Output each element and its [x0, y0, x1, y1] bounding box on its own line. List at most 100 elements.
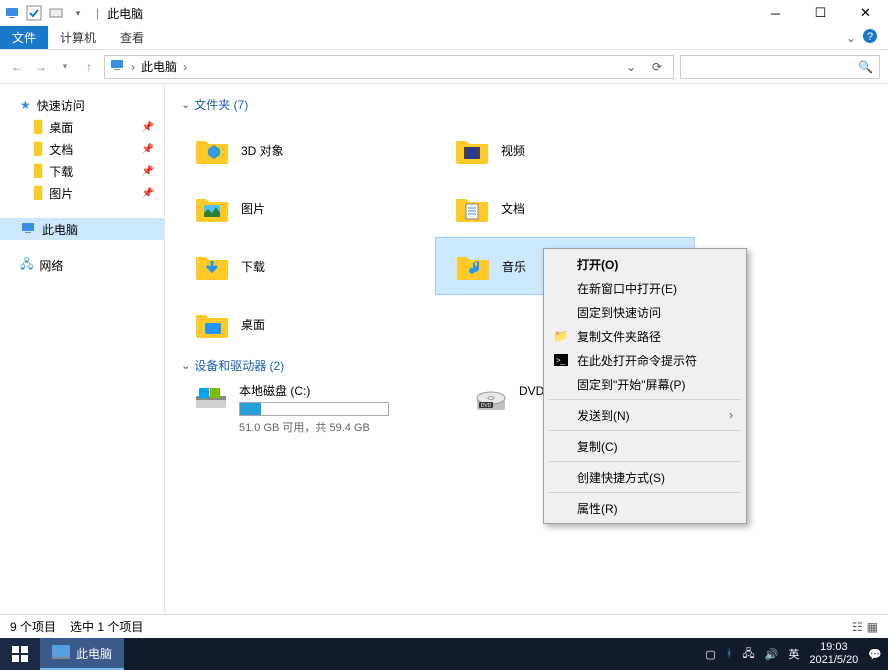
- cmd-icon: >_: [553, 352, 569, 368]
- taskbar-app-label: 此电脑: [76, 645, 112, 662]
- folder-documents[interactable]: 文档: [435, 179, 695, 237]
- cm-pin-start[interactable]: 固定到"开始"屏幕(P): [547, 372, 743, 396]
- sidebar-quick-access[interactable]: ★ 快速访问: [0, 94, 164, 116]
- cm-pin-quick-access[interactable]: 固定到快速访问: [547, 300, 743, 324]
- sidebar-item-label: 桌面: [49, 119, 73, 136]
- section-devices-header[interactable]: 设备和驱动器 (2): [181, 357, 878, 374]
- folder-desktop[interactable]: 桌面: [175, 295, 435, 353]
- tab-view[interactable]: 查看: [108, 26, 156, 49]
- window-controls: ─ ☐ ✕: [753, 0, 888, 26]
- address-bar[interactable]: › 此电脑 › ⌄ ⟳: [104, 55, 674, 79]
- folder-icon: ▉: [34, 186, 43, 200]
- cm-separator: [549, 399, 741, 400]
- folders-grid: 3D 对象 视频 图片 文档 下载 音乐 桌面: [175, 121, 878, 353]
- sidebar-item-downloads[interactable]: ▉下载📌: [0, 160, 164, 182]
- tray-network-icon[interactable]: 🖧: [742, 645, 754, 664]
- sidebar-item-network[interactable]: 🖧网络: [0, 254, 164, 276]
- cm-label: 创建快捷方式(S): [577, 469, 665, 486]
- drive-label: 本地磁盘 (C:): [239, 382, 435, 399]
- statusbar: 9 个项目 选中 1 个项目 ☷ ▦: [0, 614, 888, 638]
- help-icon[interactable]: ?: [862, 28, 878, 47]
- titlebar: ▾ | 此电脑 ─ ☐ ✕: [0, 0, 888, 26]
- crumb-sep: ›: [183, 60, 187, 74]
- taskbar-clock[interactable]: 19:03 2021/5/20: [809, 641, 858, 667]
- folder-label: 视频: [501, 142, 525, 159]
- sidebar-item-label: 文档: [49, 141, 73, 158]
- check-icon[interactable]: [26, 5, 42, 21]
- sidebar-item-label: 此电脑: [42, 221, 78, 238]
- folder-downloads[interactable]: 下载: [175, 237, 435, 295]
- cm-properties[interactable]: 属性(R): [547, 496, 743, 520]
- cm-label: 固定到"开始"屏幕(P): [577, 376, 686, 393]
- dropdown-icon[interactable]: [48, 5, 64, 21]
- cm-label: 复制文件夹路径: [577, 328, 661, 345]
- folder-pictures[interactable]: 图片: [175, 179, 435, 237]
- cm-label: 打开(O): [577, 256, 618, 273]
- up-button[interactable]: ↑: [80, 60, 98, 74]
- status-selected-count: 选中 1 个项目: [70, 618, 143, 635]
- back-button[interactable]: ←: [8, 60, 26, 74]
- search-input[interactable]: 🔍: [680, 55, 880, 79]
- tray-ime[interactable]: 英: [788, 646, 799, 662]
- star-icon: ★: [20, 98, 31, 112]
- cm-send-to[interactable]: 发送到(N)›: [547, 403, 743, 427]
- tray-vm-icon[interactable]: ▢: [705, 648, 715, 661]
- folder-icon: ▉: [34, 142, 43, 156]
- folder-icon: ▉: [34, 120, 43, 134]
- folder-videos[interactable]: 视频: [435, 121, 695, 179]
- sidebar-item-label: 图片: [49, 185, 73, 202]
- sidebar-item-pictures[interactable]: ▉图片📌: [0, 182, 164, 204]
- cm-open[interactable]: 打开(O): [547, 252, 743, 276]
- maximize-button[interactable]: ☐: [798, 0, 843, 26]
- sidebar-item-desktop[interactable]: ▉ 桌面 📌: [0, 116, 164, 138]
- tab-file[interactable]: 文件: [0, 26, 48, 49]
- status-item-count: 9 个项目: [10, 618, 56, 635]
- tray-notifications-icon[interactable]: 💬: [868, 648, 882, 661]
- cm-label: 在新窗口中打开(E): [577, 280, 677, 297]
- pc-icon: [20, 220, 36, 239]
- cm-separator: [549, 461, 741, 462]
- cm-copy[interactable]: 复制(C): [547, 434, 743, 458]
- qat-chevron-icon[interactable]: ▾: [70, 5, 86, 21]
- close-button[interactable]: ✕: [843, 0, 888, 26]
- cm-create-shortcut[interactable]: 创建快捷方式(S): [547, 465, 743, 489]
- ribbon-chevron-icon[interactable]: ⌄: [846, 31, 856, 45]
- tray-volume-icon[interactable]: 🔊: [765, 648, 779, 661]
- cm-open-new-window[interactable]: 在新窗口中打开(E): [547, 276, 743, 300]
- pin-icon: 📌: [142, 144, 154, 155]
- dvd-icon: DVD: [473, 382, 509, 418]
- pin-icon: 📌: [142, 122, 154, 133]
- cm-copy-path[interactable]: 📁 复制文件夹路径: [547, 324, 743, 348]
- minimize-button[interactable]: ─: [753, 0, 798, 26]
- refresh-button[interactable]: ⟳: [645, 56, 669, 78]
- folder-3dobjects[interactable]: 3D 对象: [175, 121, 435, 179]
- crumb-sep: ›: [131, 60, 135, 74]
- sidebar-item-thispc[interactable]: 此电脑: [0, 218, 164, 240]
- section-folders-header[interactable]: 文件夹 (7): [181, 96, 878, 113]
- svg-text:>_: >_: [556, 356, 566, 365]
- cm-label: 固定到快速访问: [577, 304, 661, 321]
- view-details-icon[interactable]: ☷: [852, 620, 863, 634]
- forward-button[interactable]: →: [32, 60, 50, 74]
- recent-chevron-icon[interactable]: ▾: [56, 61, 74, 72]
- sidebar-item-documents[interactable]: ▉ 文档 📌: [0, 138, 164, 160]
- sidebar-item-label: 下载: [49, 163, 73, 180]
- tab-computer[interactable]: 计算机: [48, 26, 108, 49]
- sidebar-item-label: 网络: [39, 257, 63, 274]
- drive-c[interactable]: 本地磁盘 (C:) 51.0 GB 可用，共 59.4 GB: [175, 382, 435, 435]
- navbar: ← → ▾ ↑ › 此电脑 › ⌄ ⟳ 🔍: [0, 50, 888, 84]
- taskbar-app-explorer[interactable]: 此电脑: [40, 638, 124, 670]
- taskbar: 此电脑 ▢ ᚼ 🖧 🔊 英 19:03 2021/5/20 💬: [0, 638, 888, 670]
- drive-icon: [193, 382, 229, 418]
- titlebar-sep: |: [96, 6, 99, 20]
- view-large-icon[interactable]: ▦: [867, 620, 878, 634]
- folder-label: 文档: [501, 200, 525, 217]
- window-title: 此电脑: [107, 5, 143, 22]
- cm-open-cmd[interactable]: >_在此处打开命令提示符: [547, 348, 743, 372]
- tray-bluetooth-icon[interactable]: ᚼ: [726, 648, 733, 660]
- clock-time: 19:03: [809, 641, 858, 654]
- folder-icon: 📁: [553, 328, 569, 344]
- address-dropdown-icon[interactable]: ⌄: [619, 56, 643, 78]
- breadcrumb[interactable]: 此电脑: [141, 58, 177, 75]
- start-button[interactable]: [0, 638, 40, 670]
